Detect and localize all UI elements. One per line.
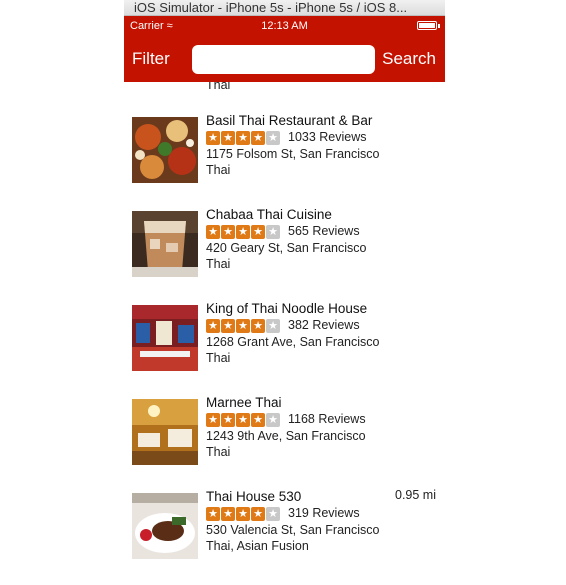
rating-stars: ★ ★ ★ ★ ★ (206, 412, 280, 427)
restaurant-name[interactable]: Marnee Thai (206, 394, 437, 411)
restaurant-category: Thai (206, 82, 231, 92)
list-item[interactable]: King of Thai Noodle House ★ ★ ★ ★ ★ 382 … (124, 300, 445, 396)
restaurant-photo (132, 82, 198, 88)
status-bar: Carrier ≈ 12:13 AM (124, 16, 445, 36)
restaurant-category: Thai, Asian Fusion (206, 539, 309, 553)
star-icon: ★ (251, 412, 265, 427)
star-empty-icon: ★ (266, 130, 280, 145)
battery-icon (417, 21, 440, 30)
review-count: 1033 Reviews (288, 130, 367, 144)
restaurant-address: 420 Geary St, San Francisco (206, 241, 367, 255)
star-icon: ★ (251, 506, 265, 521)
star-icon: ★ (221, 318, 235, 333)
clock: 12:13 AM (261, 20, 308, 32)
restaurant-category: Thai (206, 257, 231, 271)
rating-stars: ★ ★ ★ ★ ★ (206, 130, 280, 145)
star-icon: ★ (251, 224, 265, 239)
star-icon: ★ (221, 412, 235, 427)
star-icon: ★ (251, 318, 265, 333)
star-empty-icon: ★ (266, 224, 280, 239)
list-item[interactable]: Marnee Thai ★ ★ ★ ★ ★ 1168 Reviews 1243 … (124, 394, 445, 490)
navigation-bar: Filter Search (124, 36, 445, 82)
restaurant-address: 530 Valencia St, San Francisco (206, 523, 380, 537)
rating-stars: ★ ★ ★ ★ ★ (206, 506, 280, 521)
restaurant-category: Thai (206, 445, 231, 459)
restaurant-address: 1268 Grant Ave, San Francisco (206, 335, 380, 349)
restaurant-name[interactable]: King of Thai Noodle House (206, 300, 437, 317)
star-icon: ★ (236, 224, 250, 239)
distance-label: 0.95 mi (395, 488, 436, 502)
review-count: 382 Reviews (288, 318, 360, 332)
star-icon: ★ (236, 506, 250, 521)
star-icon: ★ (236, 412, 250, 427)
restaurant-name[interactable]: Basil Thai Restaurant & Bar (206, 112, 437, 129)
rating-stars: ★ ★ ★ ★ ★ (206, 318, 280, 333)
star-icon: ★ (221, 506, 235, 521)
star-icon: ★ (206, 318, 220, 333)
review-count: 565 Reviews (288, 224, 360, 238)
simulator-window-title: iOS Simulator - iPhone 5s - iPhone 5s / … (124, 0, 445, 16)
restaurant-photo (132, 211, 198, 277)
star-icon: ★ (221, 130, 235, 145)
search-input[interactable] (192, 45, 375, 74)
star-icon: ★ (206, 224, 220, 239)
restaurant-address: 1175 Folsom St, San Francisco (206, 147, 380, 161)
star-icon: ★ (206, 506, 220, 521)
star-icon: ★ (251, 130, 265, 145)
star-icon: ★ (236, 130, 250, 145)
star-icon: ★ (206, 412, 220, 427)
star-empty-icon: ★ (266, 412, 280, 427)
restaurant-category: Thai (206, 163, 231, 177)
restaurant-name[interactable]: Chabaa Thai Cuisine (206, 206, 437, 223)
review-count: 319 Reviews (288, 506, 360, 520)
star-icon: ★ (236, 318, 250, 333)
restaurant-photo (132, 117, 198, 183)
rating-stars: ★ ★ ★ ★ ★ (206, 224, 280, 239)
filter-button[interactable]: Filter (132, 36, 170, 82)
restaurant-photo (132, 493, 198, 559)
search-button[interactable]: Search (382, 36, 436, 82)
star-empty-icon: ★ (266, 506, 280, 521)
restaurant-address: 1243 9th Ave, San Francisco (206, 429, 366, 443)
list-item[interactable]: Chabaa Thai Cuisine ★ ★ ★ ★ ★ 565 Review… (124, 206, 445, 302)
review-count: 1168 Reviews (288, 412, 366, 426)
restaurant-photo (132, 399, 198, 465)
list-item[interactable]: Thai (124, 82, 445, 116)
list-item[interactable]: Basil Thai Restaurant & Bar ★ ★ ★ ★ ★ 10… (124, 112, 445, 208)
star-empty-icon: ★ (266, 318, 280, 333)
restaurant-photo (132, 305, 198, 371)
star-icon: ★ (206, 130, 220, 145)
list-item[interactable]: Thai House 530 ★ ★ ★ ★ ★ 319 Reviews 530… (124, 488, 445, 584)
results-list[interactable]: Thai Basil Thai Restaurant & Bar ★ ★ ★ ★… (124, 82, 445, 585)
restaurant-category: Thai (206, 351, 231, 365)
star-icon: ★ (221, 224, 235, 239)
phone-screen: Carrier ≈ 12:13 AM Filter Search Thai Ba… (124, 16, 445, 585)
